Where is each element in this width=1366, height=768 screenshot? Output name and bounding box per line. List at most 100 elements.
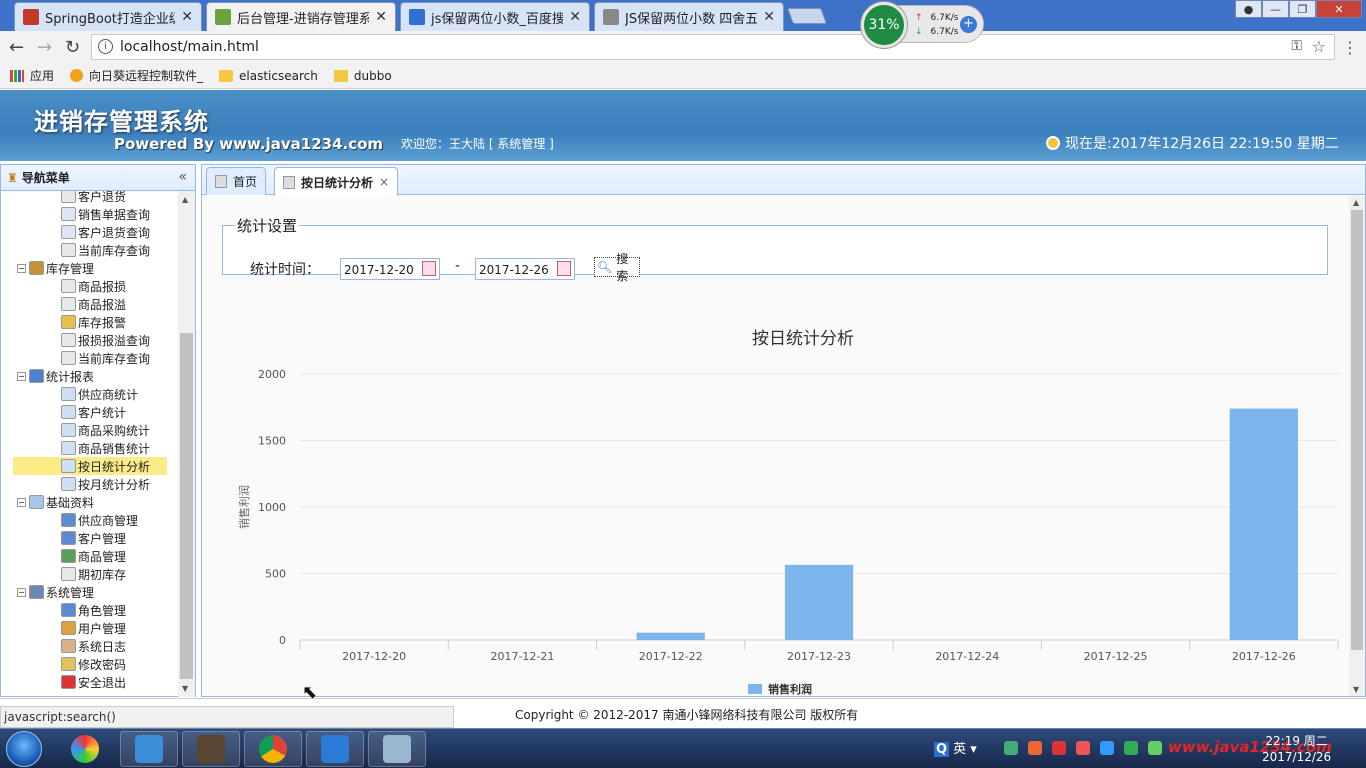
minimize-button[interactable]: — [1262,0,1289,18]
close-icon[interactable]: × [379,175,389,189]
scroll-thumb[interactable] [180,333,193,679]
scroll-down-icon[interactable]: ▼ [182,684,188,693]
shield-icon[interactable] [1124,741,1138,755]
sidebar-item[interactable]: 期初库存 [1,565,177,583]
chart-doc-icon [61,477,76,491]
sidebar-item[interactable]: 客户管理 [1,529,177,547]
close-icon[interactable]: ✕ [375,9,387,25]
sidebar-item[interactable]: 客户统计 [1,403,177,421]
sidebar-item[interactable]: − 系统管理 [1,583,177,601]
taskbar-app-3[interactable] [182,731,240,767]
bookmark-apps[interactable]: 应用 [10,67,54,84]
browser-tab-1[interactable]: 后台管理-进销存管理系统 ✕ [206,2,396,31]
sidebar-item[interactable]: 供应商管理 [1,511,177,529]
taskbar-app-1[interactable] [56,731,114,767]
bar [1229,408,1298,640]
taskbar-app-2[interactable] [120,731,178,767]
tab-daily-analysis[interactable]: 按日统计分析 × [274,167,399,196]
new-tab-button[interactable] [787,8,827,24]
key-icon[interactable]: ⚿ [1291,38,1302,54]
sidebar-item[interactable]: 客户退货 [1,191,177,205]
menu-icon[interactable]: ⋮ [1342,38,1358,57]
sidebar-item[interactable]: 用户管理 [1,619,177,637]
address-bar[interactable]: i localhost/main.html ⚿ ☆ [91,34,1335,60]
close-icon[interactable]: ✕ [763,9,775,25]
sidebar-item-label: 客户退货 [78,191,127,204]
scroll-down-icon[interactable]: ▼ [1353,685,1359,694]
sidebar-item[interactable]: 商品销售统计 [1,439,177,457]
sidebar-item[interactable]: 按日统计分析 [13,457,167,475]
address-url[interactable]: localhost/main.html [120,39,259,55]
tray-icon[interactable] [1004,741,1018,755]
taskbar-chrome[interactable] [244,731,302,767]
forward-icon[interactable]: → [37,37,52,58]
tree-toggle-icon[interactable]: − [17,263,26,273]
y-tick-label: 500 [265,568,286,581]
scroll-up-icon[interactable]: ▲ [1353,198,1359,207]
sidebar-item[interactable]: 系统日志 [1,637,177,655]
sidebar-item[interactable]: 角色管理 [1,601,177,619]
clock[interactable]: 22:19 周二 2017/12/26 [1262,733,1331,765]
bookmark-elasticsearch[interactable]: elasticsearch [219,69,318,83]
sidebar-item[interactable]: 供应商统计 [1,385,177,403]
tray-icon[interactable] [1076,741,1090,755]
chart-title: 按日统计分析 [752,329,854,349]
sidebar-item[interactable]: − 基础资料 [1,493,177,511]
sidebar-item[interactable]: 修改密码 [1,655,177,673]
bookmark-dubbo[interactable]: dubbo [333,69,392,83]
taskbar-app-6[interactable] [368,731,426,767]
tab-home[interactable]: 首页 [206,167,267,195]
tray-icon[interactable] [1028,741,1042,755]
close-icon[interactable]: ✕ [569,9,581,25]
maximize-button[interactable]: ❐ [1289,0,1316,18]
user-icon[interactable]: ● [1235,0,1262,18]
browser-tab-3[interactable]: JS保留两位小数 四舍五入 ✕ [594,2,784,31]
sidebar-item[interactable]: 库存报警 [1,313,177,331]
sidebar-item[interactable]: 商品报溢 [1,295,177,313]
sidebar-item[interactable]: 报损报溢查询 [1,331,177,349]
mouse-cursor-icon: ⬉ [302,682,318,703]
tree-toggle-icon[interactable]: − [17,371,26,381]
bookmark-sunflower[interactable]: 向日葵远程控制软件_ [70,67,203,84]
exit-icon [61,675,76,689]
taskbar-app-5[interactable] [306,731,364,767]
tree-toggle-icon[interactable]: − [17,587,26,597]
content-scrollbar[interactable]: ▲ ▼ [1349,196,1365,696]
browser-tab-2[interactable]: js保留两位小数_百度搜索 ✕ [400,2,590,31]
plus-icon[interactable]: + [960,16,977,33]
sidebar-item[interactable]: 当前库存查询 [1,349,177,367]
y-tick-label: 1500 [258,435,286,448]
tray-icon[interactable] [1100,741,1114,755]
sidebar-item-label: 角色管理 [78,603,127,618]
reload-icon[interactable]: ↻ [65,37,80,58]
close-window-button[interactable]: ✕ [1316,0,1362,18]
tree-toggle-icon[interactable]: − [17,497,26,507]
browser-tab-0[interactable]: SpringBoot打造企业级进 ✕ [14,2,202,31]
sidebar-scrollbar[interactable]: ▲ ▼ [178,191,195,697]
sidebar-item[interactable]: 安全退出 [1,673,177,691]
sidebar-item[interactable]: − 库存管理 [1,259,177,277]
collapse-icon[interactable]: « [178,169,187,185]
info-icon[interactable]: i [98,39,113,54]
sidebar-item[interactable]: 当前库存查询 [1,241,177,259]
sidebar-item[interactable]: 商品报损 [1,277,177,295]
welcome-text: 欢迎您：王大陆 [ 系统管理 ] [401,137,554,151]
ime-indicator[interactable]: Q英 ▾ [934,738,977,757]
sidebar-item[interactable]: 客户退货查询 [1,223,177,241]
sidebar-item[interactable]: 按月统计分析 [1,475,177,493]
tray-icon[interactable] [1052,741,1066,755]
sidebar-item[interactable]: 商品采购统计 [1,421,177,439]
scroll-up-icon[interactable]: ▲ [182,195,188,204]
start-button[interactable] [6,731,42,767]
sidebar-item[interactable]: 商品管理 [1,547,177,565]
sidebar-item[interactable]: 销售单据查询 [1,205,177,223]
key-icon [61,657,76,671]
scroll-thumb[interactable] [1351,210,1363,650]
back-icon[interactable]: ← [9,37,24,58]
sidebar-item[interactable]: − 统计报表 [1,367,177,385]
star-icon[interactable]: ☆ [1312,37,1326,56]
network-speed-widget[interactable]: 31% ↑ 6.7K/s ↓ 6.7K/s + [861,2,984,48]
tray-icon[interactable] [1148,741,1162,755]
nav-tree: 客户退货 销售单据查询 客户退货查询 当前库存查询 − 库存管理 商品报损 商品报溢 库存报警报… [1,191,177,697]
close-icon[interactable]: ✕ [181,9,193,25]
